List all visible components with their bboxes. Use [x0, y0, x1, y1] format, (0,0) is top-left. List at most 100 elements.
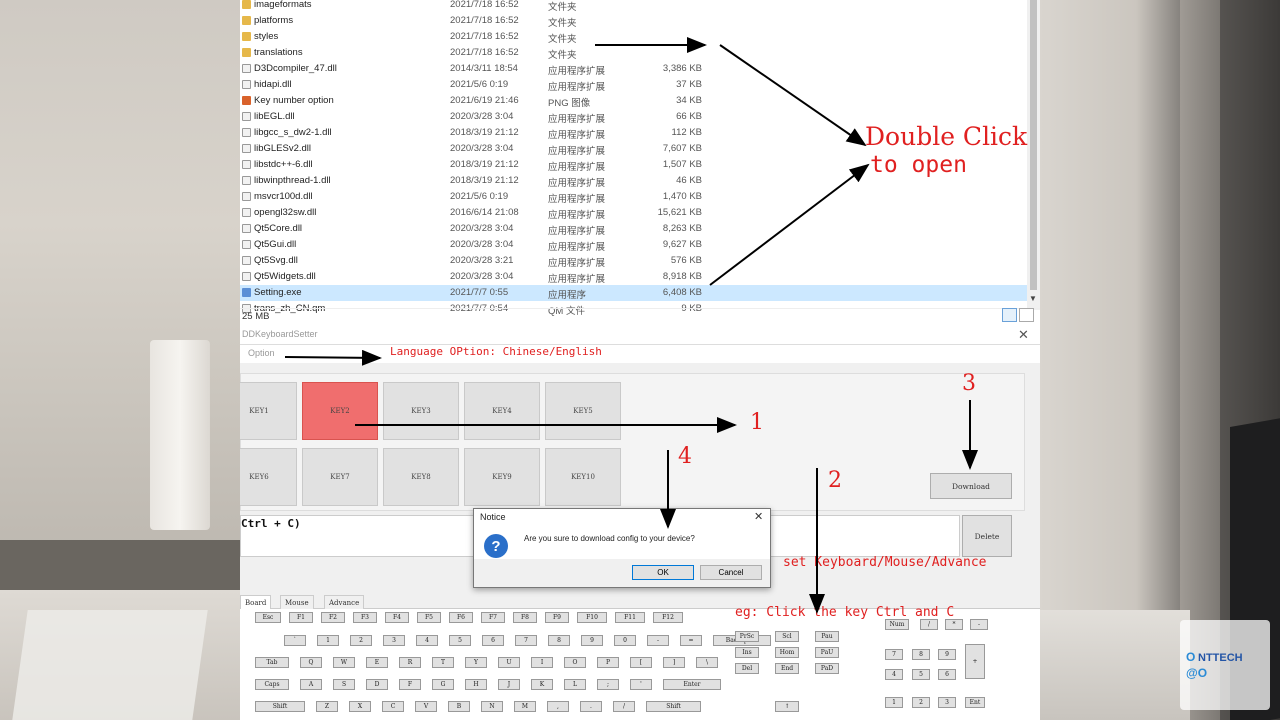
large-icons-view-icon[interactable] — [1019, 308, 1034, 322]
keyboard-key[interactable]: Esc — [255, 612, 281, 623]
keyboard-key[interactable]: . — [580, 701, 602, 712]
keyboard-key[interactable]: L — [564, 679, 586, 690]
key-slot-key7[interactable]: KEY7 — [302, 448, 378, 506]
keyboard-key[interactable]: F10 — [577, 612, 607, 623]
keyboard-key[interactable]: F4 — [385, 612, 409, 623]
keyboard-key[interactable]: 0 — [614, 635, 636, 646]
nav-key[interactable]: PrSc — [735, 631, 759, 642]
file-row[interactable]: msvcr100d.dll 2021/5/6 0:19 应用程序扩展 1,470 KB — [240, 189, 1030, 205]
file-row[interactable]: translations 2021/7/18 16:52 文件夹 — [240, 45, 1030, 61]
file-row[interactable]: hidapi.dll 2021/5/6 0:19 应用程序扩展 37 KB — [240, 77, 1030, 93]
keyboard-key[interactable]: / — [613, 701, 635, 712]
keyboard-key[interactable]: 5 — [449, 635, 471, 646]
keyboard-key[interactable]: \ — [696, 657, 718, 668]
nav-key[interactable]: Scl — [775, 631, 799, 642]
numpad-key[interactable]: 8 — [912, 649, 930, 660]
close-icon[interactable]: ✕ — [1018, 327, 1029, 343]
key-slot-key5[interactable]: KEY5 — [545, 382, 621, 440]
numpad-key[interactable]: - — [970, 619, 988, 630]
numpad-key[interactable]: 2 — [912, 697, 930, 708]
keyboard-key[interactable]: X — [349, 701, 371, 712]
file-row[interactable]: Qt5Core.dll 2020/3/28 3:04 应用程序扩展 8,263 KB — [240, 221, 1030, 237]
nav-key[interactable]: Hom — [775, 647, 799, 658]
key-slot-key4[interactable]: KEY4 — [464, 382, 540, 440]
keyboard-key[interactable]: [ — [630, 657, 652, 668]
keyboard-key[interactable]: ; — [597, 679, 619, 690]
keyboard-key[interactable]: S — [333, 679, 355, 690]
vertical-scrollbar[interactable]: ▼ — [1027, 0, 1040, 310]
key-slot-key9[interactable]: KEY9 — [464, 448, 540, 506]
keyboard-key[interactable]: C — [382, 701, 404, 712]
numpad-key[interactable]: Num — [885, 619, 909, 630]
keyboard-key[interactable]: T — [432, 657, 454, 668]
numpad-key[interactable]: 7 — [885, 649, 903, 660]
keyboard-key[interactable]: G — [432, 679, 454, 690]
keyboard-key[interactable]: = — [680, 635, 702, 646]
nav-key[interactable]: ↑ — [775, 701, 799, 712]
keyboard-key[interactable]: 3 — [383, 635, 405, 646]
keyboard-key[interactable]: 1 — [317, 635, 339, 646]
keyboard-key[interactable]: Y — [465, 657, 487, 668]
keyboard-key[interactable]: 2 — [350, 635, 372, 646]
keyboard-key[interactable]: F6 — [449, 612, 473, 623]
keyboard-key[interactable]: O — [564, 657, 586, 668]
keyboard-key[interactable]: F2 — [321, 612, 345, 623]
keyboard-key[interactable]: F11 — [615, 612, 645, 623]
key-slot-key1[interactable]: KEY1 — [240, 382, 297, 440]
keyboard-key[interactable]: Z — [316, 701, 338, 712]
file-row[interactable]: imageformats 2021/7/18 16:52 文件夹 — [240, 0, 1030, 13]
keyboard-key[interactable]: 6 — [482, 635, 504, 646]
delete-button[interactable]: Delete — [962, 515, 1012, 557]
numpad-key[interactable]: 1 — [885, 697, 903, 708]
scroll-down-icon[interactable]: ▼ — [1029, 294, 1037, 303]
keyboard-key[interactable]: K — [531, 679, 553, 690]
numpad-key[interactable]: Ent — [965, 697, 985, 708]
keyboard-key[interactable]: F7 — [481, 612, 505, 623]
keyboard-key[interactable]: Shift — [255, 701, 305, 712]
keyboard-key[interactable]: B — [448, 701, 470, 712]
keyboard-key[interactable]: F — [399, 679, 421, 690]
keyboard-key[interactable]: V — [415, 701, 437, 712]
key-slot-key3[interactable]: KEY3 — [383, 382, 459, 440]
keyboard-key[interactable]: A — [300, 679, 322, 690]
ok-button[interactable]: OK — [632, 565, 694, 580]
file-row[interactable]: opengl32sw.dll 2016/6/14 21:08 应用程序扩展 15,62… — [240, 205, 1030, 221]
file-row[interactable]: D3Dcompiler_47.dll 2014/3/11 18:54 应用程序扩展 3… — [240, 61, 1030, 77]
numpad-key[interactable]: + — [965, 644, 985, 679]
keyboard-key[interactable]: P — [597, 657, 619, 668]
file-row[interactable]: Key number option 2021/6/19 21:46 PNG 图像 34… — [240, 93, 1030, 109]
keyboard-key[interactable]: F12 — [653, 612, 683, 623]
keyboard-key[interactable]: Enter — [663, 679, 721, 690]
keyboard-key[interactable]: F8 — [513, 612, 537, 623]
menu-option[interactable]: Option — [248, 348, 275, 358]
scrollbar-thumb[interactable] — [1030, 0, 1037, 290]
tab-mouse[interactable]: Mouse — [280, 595, 314, 609]
file-row[interactable]: platforms 2021/7/18 16:52 文件夹 — [240, 13, 1030, 29]
keyboard-key[interactable]: Tab — [255, 657, 289, 668]
file-row[interactable]: Setting.exe 2021/7/7 0:55 应用程序 6,408 KB — [240, 285, 1030, 301]
key-slot-key2[interactable]: KEY2 — [302, 382, 378, 440]
file-row[interactable]: Qt5Svg.dll 2020/3/28 3:21 应用程序扩展 576 KB — [240, 253, 1030, 269]
cancel-button[interactable]: Cancel — [700, 565, 762, 580]
file-row[interactable]: Qt5Gui.dll 2020/3/28 3:04 应用程序扩展 9,627 KB — [240, 237, 1030, 253]
keyboard-key[interactable]: U — [498, 657, 520, 668]
numpad-key[interactable]: 4 — [885, 669, 903, 680]
keyboard-key[interactable]: , — [547, 701, 569, 712]
numpad-key[interactable]: / — [920, 619, 938, 630]
keyboard-key[interactable]: H — [465, 679, 487, 690]
file-row[interactable]: Qt5Widgets.dll 2020/3/28 3:04 应用程序扩展 8,918 … — [240, 269, 1030, 285]
numpad-key[interactable]: * — [945, 619, 963, 630]
numpad-key[interactable]: 3 — [938, 697, 956, 708]
tab-advance[interactable]: Advance — [324, 595, 365, 609]
details-view-icon[interactable] — [1002, 308, 1017, 322]
keyboard-key[interactable]: 4 — [416, 635, 438, 646]
key-slot-key10[interactable]: KEY10 — [545, 448, 621, 506]
nav-key[interactable]: PaD — [815, 663, 839, 674]
keyboard-key[interactable]: N — [481, 701, 503, 712]
keyboard-key[interactable]: D — [366, 679, 388, 690]
key-slot-key8[interactable]: KEY8 — [383, 448, 459, 506]
keyboard-key[interactable]: J — [498, 679, 520, 690]
keyboard-key[interactable]: 9 — [581, 635, 603, 646]
keyboard-key[interactable]: R — [399, 657, 421, 668]
keyboard-key[interactable]: Q — [300, 657, 322, 668]
